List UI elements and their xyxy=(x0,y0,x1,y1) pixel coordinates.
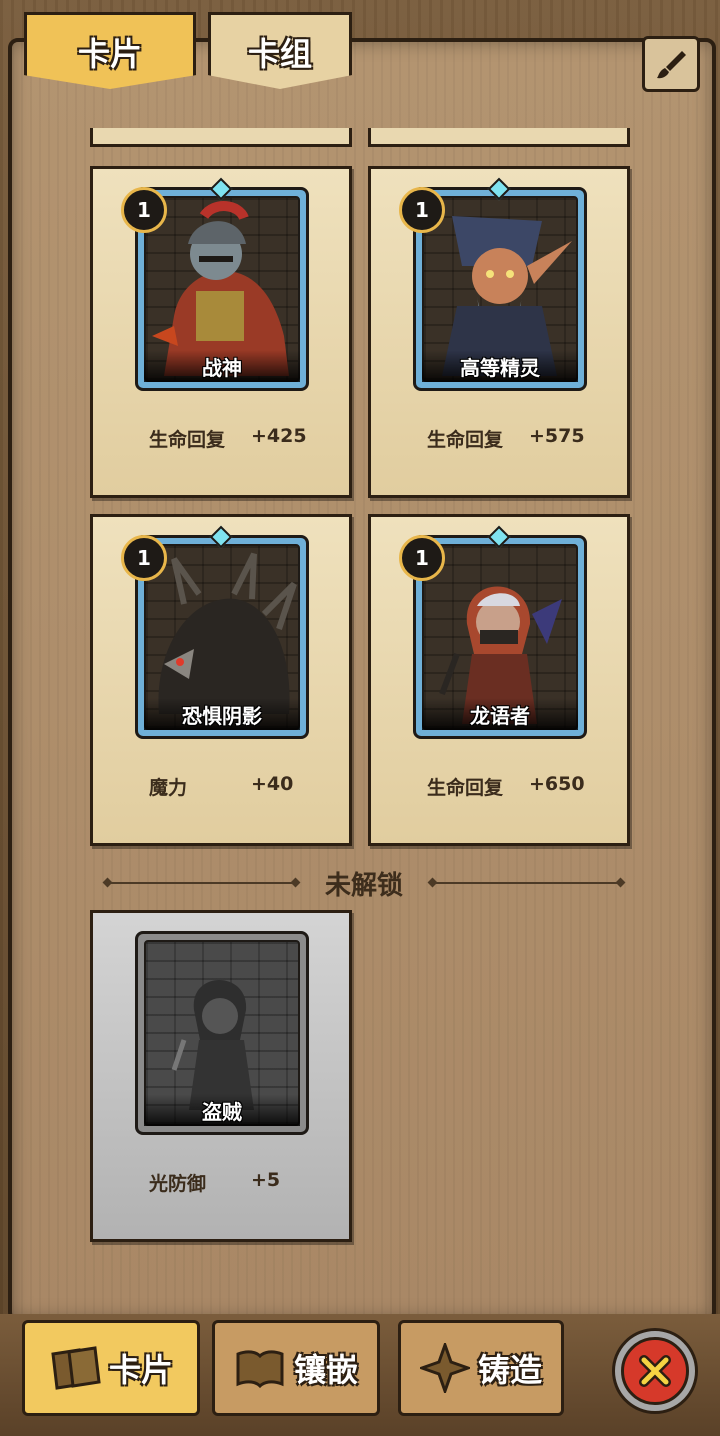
stat-value: +650 xyxy=(529,773,585,795)
book-icon xyxy=(236,1350,284,1389)
card-list[interactable]: 战神 1 生命回复 +425 高等精灵 1 生命回复 +575 恐惧阴影 1 魔… xyxy=(86,128,636,1278)
card-item[interactable]: 恐惧阴影 1 魔力 +40 xyxy=(90,514,352,846)
card-item[interactable]: 战神 1 生命回复 +425 xyxy=(90,166,352,498)
bottom-tab-forge[interactable]: 铸造 xyxy=(398,1320,564,1416)
locked-divider: 未解锁 xyxy=(104,866,625,901)
card-item[interactable]: 龙语者 1 生命回复 +650 xyxy=(368,514,630,846)
card-name: 盗贼 xyxy=(144,1094,300,1126)
card-stat: 生命回复 +650 xyxy=(371,773,627,803)
stat-value: +575 xyxy=(529,425,585,447)
tab-decks[interactable]: 卡组 xyxy=(208,12,352,89)
card-name: 恐惧阴影 xyxy=(144,698,300,730)
level-badge: 1 xyxy=(399,535,445,581)
level-badge: 1 xyxy=(399,187,445,233)
card-stat: 光防御 +5 xyxy=(93,1169,349,1199)
forge-icon xyxy=(419,1343,470,1393)
close-icon xyxy=(639,1355,671,1387)
brush-icon xyxy=(657,51,686,79)
card-peek xyxy=(368,128,630,147)
stat-name: 生命回复 xyxy=(427,777,504,799)
tab-cards[interactable]: 卡片 xyxy=(24,12,196,89)
locked-card-item[interactable]: 盗贼 光防御 +5 xyxy=(90,910,352,1242)
edit-button[interactable] xyxy=(642,36,700,92)
card-portrait: 盗贼 xyxy=(135,931,309,1135)
bottom-tab-label: 卡片 xyxy=(108,1351,173,1389)
card-icon xyxy=(51,1346,101,1390)
bottom-tab-cards[interactable]: 卡片 xyxy=(22,1320,200,1416)
stat-value: +425 xyxy=(251,425,307,447)
card-item[interactable]: 高等精灵 1 生命回复 +575 xyxy=(368,166,630,498)
card-name: 战神 xyxy=(144,350,300,382)
stat-name: 生命回复 xyxy=(149,429,226,451)
card-peek xyxy=(90,128,352,147)
card-stat: 生命回复 +425 xyxy=(93,425,349,455)
card-stat: 魔力 +40 xyxy=(93,773,349,803)
stat-name: 光防御 xyxy=(149,1173,207,1195)
level-badge: 1 xyxy=(121,535,167,581)
card-name: 龙语者 xyxy=(422,698,578,730)
stat-value: +40 xyxy=(251,773,294,795)
bottom-tab-label: 铸造 xyxy=(477,1351,542,1389)
level-badge: 1 xyxy=(121,187,167,233)
stat-name: 魔力 xyxy=(149,777,188,799)
bottom-tab-inlay[interactable]: 镶嵌 xyxy=(212,1320,380,1416)
close-button[interactable] xyxy=(612,1328,698,1414)
bottom-tab-label: 镶嵌 xyxy=(293,1351,358,1389)
card-name: 高等精灵 xyxy=(422,350,578,382)
stat-name: 生命回复 xyxy=(427,429,504,451)
locked-label: 未解锁 xyxy=(325,870,404,901)
card-stat: 生命回复 +575 xyxy=(371,425,627,455)
stat-value: +5 xyxy=(251,1169,281,1191)
